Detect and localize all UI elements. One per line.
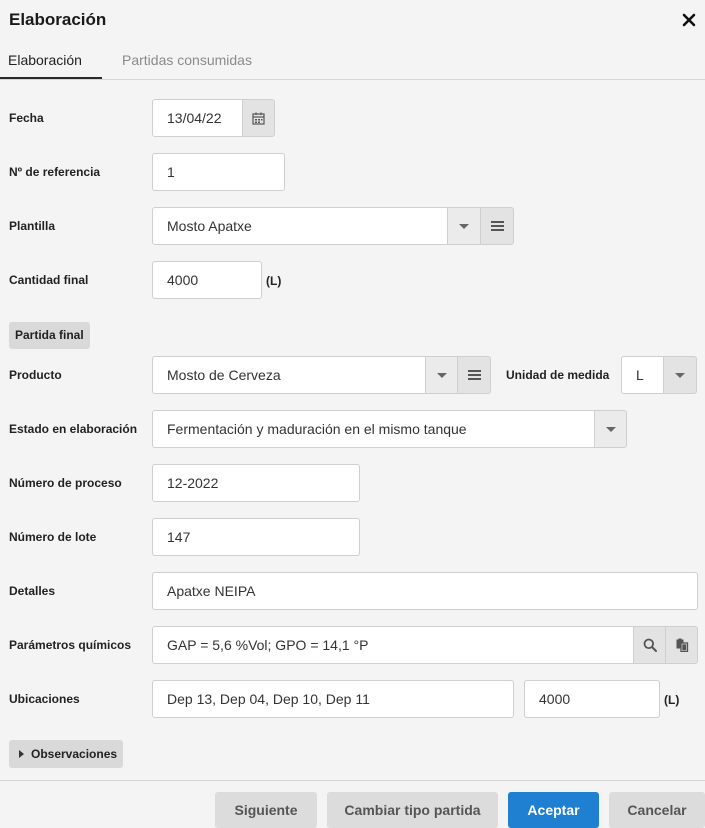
fecha-input[interactable]: 13/04/22	[152, 99, 243, 137]
siguiente-button[interactable]: Siguiente	[215, 792, 317, 828]
ubicaciones-unit: (L)	[664, 693, 680, 707]
partida-final-heading: Partida final	[9, 322, 90, 349]
referencia-label: Nº de referencia	[9, 165, 101, 179]
producto-dropdown-button[interactable]	[425, 356, 458, 394]
cancelar-button[interactable]: Cancelar	[609, 792, 705, 828]
chevron-down-icon	[605, 426, 616, 432]
cambiar-tipo-partida-button[interactable]: Cambiar tipo partida	[327, 792, 498, 828]
aceptar-button[interactable]: Aceptar	[508, 792, 599, 828]
tab-bar: Elaboración Partidas consumidas	[0, 42, 705, 80]
tab-elaboracion[interactable]: Elaboración	[8, 52, 82, 68]
proceso-input[interactable]: 12-2022	[152, 464, 360, 502]
active-tab-indicator	[0, 77, 102, 79]
plantilla-dropdown-button[interactable]	[447, 207, 481, 245]
lote-label: Número de lote	[9, 530, 97, 544]
cantidad-label: Cantidad final	[9, 273, 89, 287]
parametros-input[interactable]: GAP = 5,6 %Vol; GPO = 14,1 °P	[152, 626, 634, 664]
parametros-search-button[interactable]	[633, 626, 666, 664]
search-icon	[643, 638, 657, 652]
cantidad-unit: (L)	[266, 274, 282, 288]
ubicaciones-qty-input[interactable]: 4000	[524, 680, 660, 718]
referencia-input[interactable]: 1	[152, 153, 285, 191]
menu-icon	[490, 221, 504, 231]
clipboard-icon	[676, 638, 688, 652]
observaciones-toggle[interactable]: Observaciones	[9, 740, 124, 768]
caret-right-icon	[19, 750, 24, 758]
detalles-label: Detalles	[9, 584, 56, 598]
estado-label: Estado en elaboración	[9, 422, 138, 436]
unidad-label: Unidad de medida	[506, 368, 610, 382]
tab-partidas-consumidas[interactable]: Partidas consumidas	[122, 52, 252, 68]
calendar-icon	[252, 112, 265, 125]
plantilla-select[interactable]: Mosto Apatxe	[152, 207, 448, 245]
estado-select[interactable]: Fermentación y maduración en el mismo ta…	[152, 410, 595, 448]
proceso-label: Número de proceso	[9, 476, 122, 490]
dialog-title: Elaboración	[9, 10, 107, 29]
producto-label: Producto	[9, 368, 62, 382]
observaciones-label: Observaciones	[31, 747, 118, 761]
ubicaciones-input[interactable]: Dep 13, Dep 04, Dep 10, Dep 11	[152, 680, 514, 718]
chevron-down-icon	[436, 372, 447, 378]
unidad-dropdown-button[interactable]	[663, 356, 697, 394]
detalles-input[interactable]: Apatxe NEIPA	[152, 572, 698, 610]
chevron-down-icon	[459, 223, 469, 229]
calendar-button[interactable]	[242, 99, 275, 137]
lote-input[interactable]: 147	[152, 518, 360, 556]
estado-dropdown-button[interactable]	[594, 410, 627, 448]
producto-list-button[interactable]	[457, 356, 491, 394]
producto-select[interactable]: Mosto de Cerveza	[152, 356, 426, 394]
menu-icon	[467, 370, 481, 380]
ubicaciones-label: Ubicaciones	[9, 692, 80, 706]
plantilla-label: Plantilla	[9, 219, 56, 233]
close-icon[interactable]	[679, 10, 699, 30]
cantidad-input[interactable]: 4000	[152, 261, 262, 299]
chevron-down-icon	[675, 372, 685, 378]
parametros-label: Parámetros químicos	[9, 638, 132, 652]
dialog-footer: Siguiente Cambiar tipo partida Aceptar C…	[0, 780, 705, 828]
unidad-select[interactable]: L	[621, 356, 664, 394]
fecha-label: Fecha	[9, 111, 44, 125]
plantilla-list-button[interactable]	[480, 207, 514, 245]
parametros-copy-button[interactable]	[665, 626, 698, 664]
dialog-header: Elaboración	[0, 0, 705, 42]
